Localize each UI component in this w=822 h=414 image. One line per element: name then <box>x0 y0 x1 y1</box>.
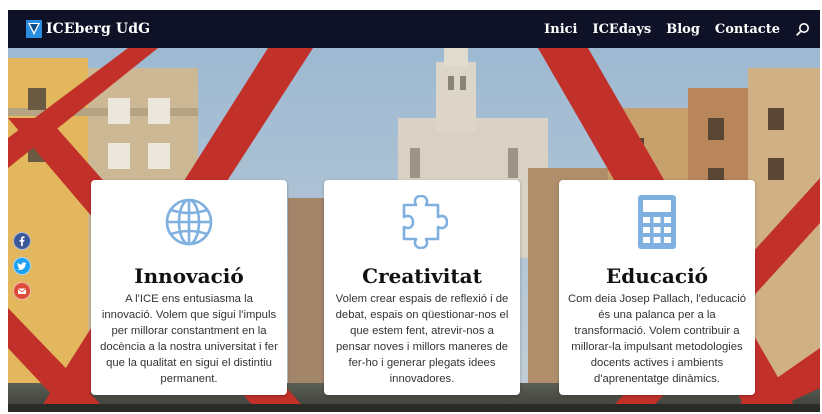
card-description: A l'ICE ens entusiasma la innovació. Vol… <box>100 293 278 385</box>
facebook-icon <box>19 236 25 246</box>
twitter-button[interactable] <box>13 257 31 275</box>
brand-home-link[interactable]: ICEberg UdG <box>26 20 150 38</box>
card-title: Creativitat <box>362 264 482 288</box>
twitter-icon <box>17 262 27 270</box>
nav-item-blog[interactable]: Blog <box>666 22 700 37</box>
calculator-icon <box>638 195 676 249</box>
feature-card-educacio: Educació Com deia Josep Pallach, l'educa… <box>559 180 755 395</box>
brand-name: ICEberg UdG <box>46 21 151 37</box>
card-description: Volem crear espais de reflexió i de deba… <box>335 293 509 385</box>
feature-card-innovacio: Innovació A l'ICE ens entusiasma la inno… <box>91 180 287 395</box>
card-title: Innovació <box>134 264 244 288</box>
globe-icon <box>165 198 213 246</box>
puzzle-piece-icon <box>402 195 448 249</box>
email-icon <box>17 288 27 294</box>
social-share-bar <box>13 232 31 300</box>
feature-card-creativitat: Creativitat Volem crear espais de reflex… <box>324 180 520 395</box>
nav-item-inici[interactable]: Inici <box>544 22 577 37</box>
main-nav: Inici ICEdays Blog Contacte <box>544 22 810 37</box>
top-navbar: ICEberg UdG Inici ICEdays Blog Contacte <box>8 10 820 48</box>
nav-item-icedays[interactable]: ICEdays <box>592 22 651 37</box>
page-frame: ICEberg UdG Inici ICEdays Blog Contacte <box>8 10 820 412</box>
email-button[interactable] <box>13 282 31 300</box>
search-icon[interactable] <box>796 22 810 36</box>
iceberg-logo-icon <box>26 20 42 38</box>
card-title: Educació <box>605 264 709 288</box>
nav-item-contacte[interactable]: Contacte <box>715 22 780 37</box>
card-description: Com deia Josep Pallach, l'educació és un… <box>568 293 746 385</box>
facebook-button[interactable] <box>13 232 31 250</box>
